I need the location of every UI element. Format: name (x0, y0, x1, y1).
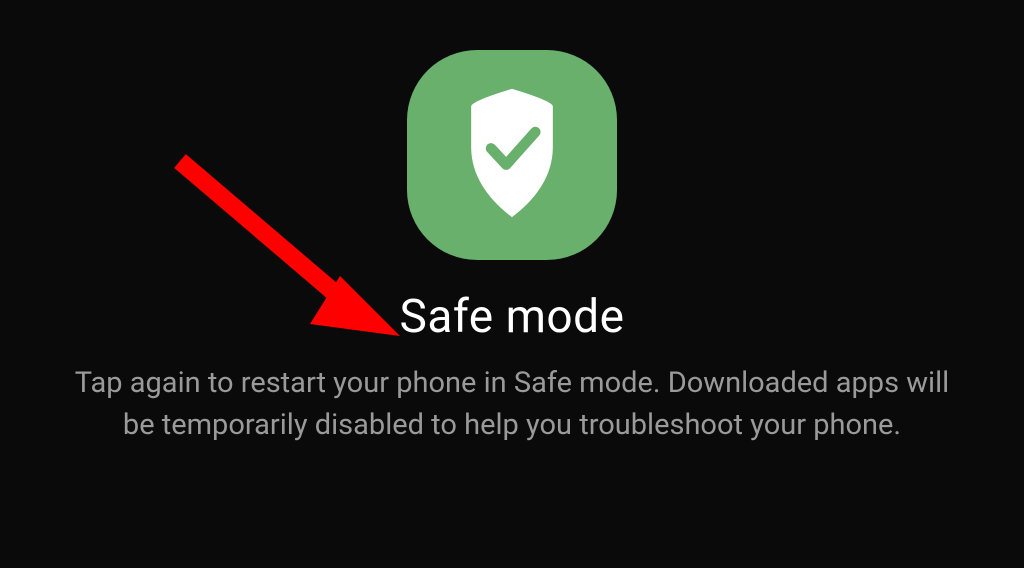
safe-mode-button[interactable] (407, 50, 617, 260)
safe-mode-title: Safe mode (400, 290, 625, 344)
annotation-arrow-icon (165, 146, 400, 346)
safe-mode-description: Tap again to restart your phone in Safe … (67, 362, 957, 446)
shield-check-icon (452, 83, 572, 227)
